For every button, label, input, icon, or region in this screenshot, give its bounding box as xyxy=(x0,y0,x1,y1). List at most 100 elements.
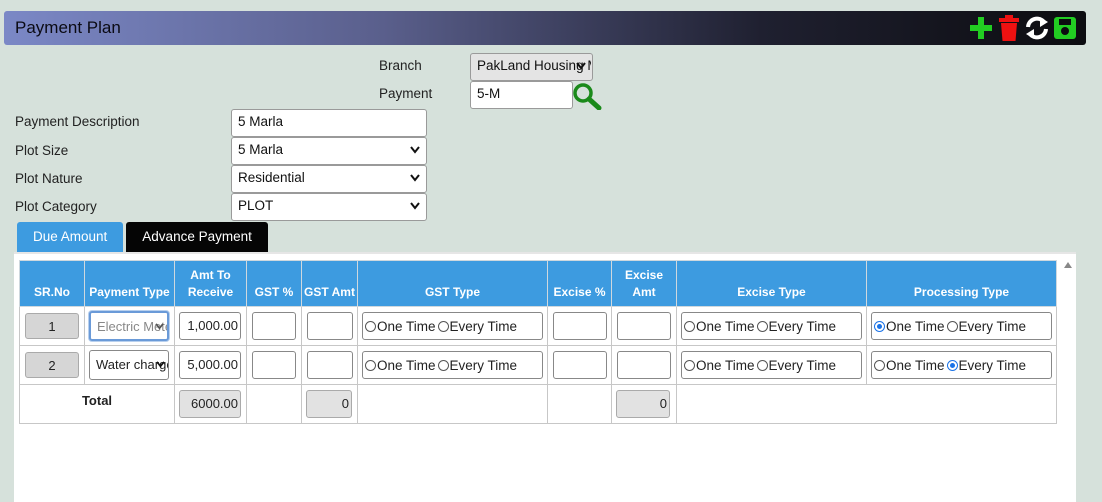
gst-pct-input[interactable] xyxy=(252,351,296,379)
excise-pct-input[interactable] xyxy=(552,312,607,340)
payment-description-input[interactable]: 5 Marla xyxy=(231,109,427,137)
col-amt-to-receive: Amt To Receive xyxy=(174,260,247,307)
col-excise-type: Excise Type xyxy=(676,260,867,307)
chevron-down-icon xyxy=(410,174,420,182)
radio-label: Every Time xyxy=(958,357,1027,373)
col-srno: SR.No xyxy=(19,260,85,307)
refresh-icon[interactable] xyxy=(1024,14,1050,42)
processing-one-time-radio[interactable] xyxy=(874,320,885,332)
sr-number: 1 xyxy=(25,313,79,339)
plot-category-label: Plot Category xyxy=(15,199,97,214)
payment-plan-table: SR.No Payment Type Amt To Receive GST % … xyxy=(19,260,1057,424)
delete-icon[interactable] xyxy=(996,14,1022,42)
total-gst-amt: 0 xyxy=(306,390,352,418)
gst-every-time-radio[interactable] xyxy=(437,359,449,371)
excise-type-radio-group: One Time Every Time xyxy=(681,312,862,340)
processing-one-time-radio[interactable] xyxy=(874,359,885,371)
excise-one-time-radio[interactable] xyxy=(684,320,695,332)
gst-every-time-radio[interactable] xyxy=(437,320,449,332)
tab-advance-payment[interactable]: Advance Payment xyxy=(126,222,268,252)
tab-due-amount[interactable]: Due Amount xyxy=(17,222,124,252)
excise-every-time-radio[interactable] xyxy=(756,320,768,332)
col-gst-type: GST Type xyxy=(357,260,548,307)
radio-label: Every Time xyxy=(958,318,1027,334)
excise-amt-input[interactable] xyxy=(617,351,671,379)
gst-type-radio-group: One Time Every Time xyxy=(362,351,543,379)
toolbar xyxy=(968,14,1078,42)
col-excise-pct: Excise % xyxy=(547,260,612,307)
excise-pct-input[interactable] xyxy=(552,351,607,379)
search-icon[interactable] xyxy=(572,82,602,111)
radio-label: One Time xyxy=(886,357,945,373)
chevron-down-icon xyxy=(410,202,420,210)
gst-one-time-radio[interactable] xyxy=(365,359,376,371)
gst-amt-input[interactable] xyxy=(306,312,353,340)
excise-one-time-radio[interactable] xyxy=(684,359,695,371)
add-icon[interactable] xyxy=(968,14,994,42)
radio-label: One Time xyxy=(377,318,436,334)
plot-category-value: PLOT xyxy=(238,198,274,213)
processing-every-time-radio[interactable] xyxy=(946,359,958,371)
payment-type-select[interactable]: Water charges xyxy=(89,350,169,380)
radio-label: Every Time xyxy=(768,318,837,334)
plot-size-select[interactable]: 5 Marla xyxy=(231,137,427,165)
branch-select[interactable]: PakLand Housing M xyxy=(470,53,593,81)
processing-every-time-radio[interactable] xyxy=(946,320,958,332)
chevron-down-icon xyxy=(155,323,164,330)
payment-description-label: Payment Description xyxy=(15,114,140,129)
payment-input[interactable]: 5-M xyxy=(470,81,573,109)
processing-type-radio-group: One Time Every Time xyxy=(871,312,1052,340)
radio-label: One Time xyxy=(377,357,436,373)
scroll-up-icon[interactable] xyxy=(1064,262,1072,268)
table-row: 1 Electric Meter 1,000.00 One Time Every… xyxy=(19,306,1057,346)
excise-amt-input[interactable] xyxy=(617,312,671,340)
payment-value: 5-M xyxy=(477,86,501,101)
total-label: Total xyxy=(19,384,175,424)
title-bar: Payment Plan xyxy=(4,11,1086,45)
radio-label: One Time xyxy=(886,318,945,334)
excise-type-radio-group: One Time Every Time xyxy=(681,351,862,379)
radio-label: One Time xyxy=(696,357,755,373)
table-row: 2 Water charges 5,000.00 One Time Every … xyxy=(19,345,1057,385)
col-payment-type: Payment Type xyxy=(84,260,175,307)
gst-pct-input[interactable] xyxy=(252,312,296,340)
total-amount: 6000.00 xyxy=(179,390,241,418)
col-gst-pct: GST % xyxy=(246,260,302,307)
radio-label: Every Time xyxy=(449,357,518,373)
col-processing-type: Processing Type xyxy=(866,260,1057,307)
gst-type-radio-group: One Time Every Time xyxy=(362,312,543,340)
chevron-down-icon xyxy=(410,146,420,154)
table-header-row: SR.No Payment Type Amt To Receive GST % … xyxy=(19,260,1057,307)
payment-type-select[interactable]: Electric Meter xyxy=(89,311,169,341)
page-title: Payment Plan xyxy=(15,18,121,37)
save-icon[interactable] xyxy=(1052,14,1078,42)
radio-label: Every Time xyxy=(768,357,837,373)
payment-label: Payment xyxy=(379,86,433,101)
excise-every-time-radio[interactable] xyxy=(756,359,768,371)
total-row: Total 6000.00 0 0 xyxy=(19,384,1057,424)
amount-input[interactable]: 1,000.00 xyxy=(179,312,241,340)
due-amount-panel: SR.No Payment Type Amt To Receive GST % … xyxy=(14,252,1076,502)
sr-number: 2 xyxy=(25,352,79,378)
plot-size-value: 5 Marla xyxy=(238,142,284,157)
radio-label: Every Time xyxy=(449,318,518,334)
total-excise-amt: 0 xyxy=(616,390,670,418)
plot-nature-label: Plot Nature xyxy=(15,171,83,186)
processing-type-radio-group: One Time Every Time xyxy=(871,351,1052,379)
payment-description-value: 5 Marla xyxy=(238,114,284,129)
plot-size-label: Plot Size xyxy=(15,143,69,158)
amount-input[interactable]: 5,000.00 xyxy=(179,351,241,379)
plot-nature-value: Residential xyxy=(238,170,305,185)
col-excise-amt: Excise Amt xyxy=(611,260,677,307)
chevron-down-icon xyxy=(576,62,586,70)
col-gst-amt: GST Amt xyxy=(301,260,358,307)
branch-value: PakLand Housing M xyxy=(477,58,591,73)
branch-label: Branch xyxy=(379,58,422,73)
tab-bar: Due Amount Advance Payment xyxy=(17,222,268,252)
plot-category-select[interactable]: PLOT xyxy=(231,193,427,221)
chevron-down-icon xyxy=(156,361,165,368)
gst-amt-input[interactable] xyxy=(306,351,353,379)
plot-nature-select[interactable]: Residential xyxy=(231,165,427,193)
radio-label: One Time xyxy=(696,318,755,334)
gst-one-time-radio[interactable] xyxy=(365,320,376,332)
